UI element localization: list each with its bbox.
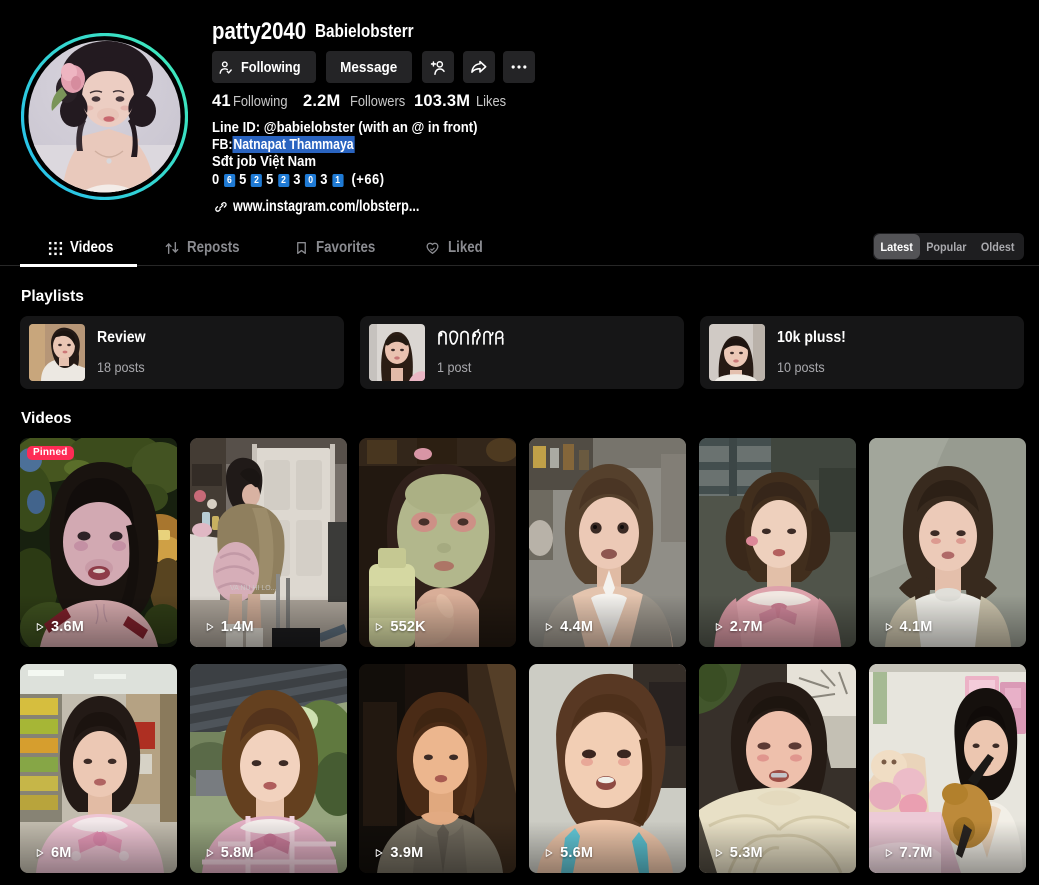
svg-text:VA NU HI LO...: VA NU HI LO... (230, 585, 277, 592)
